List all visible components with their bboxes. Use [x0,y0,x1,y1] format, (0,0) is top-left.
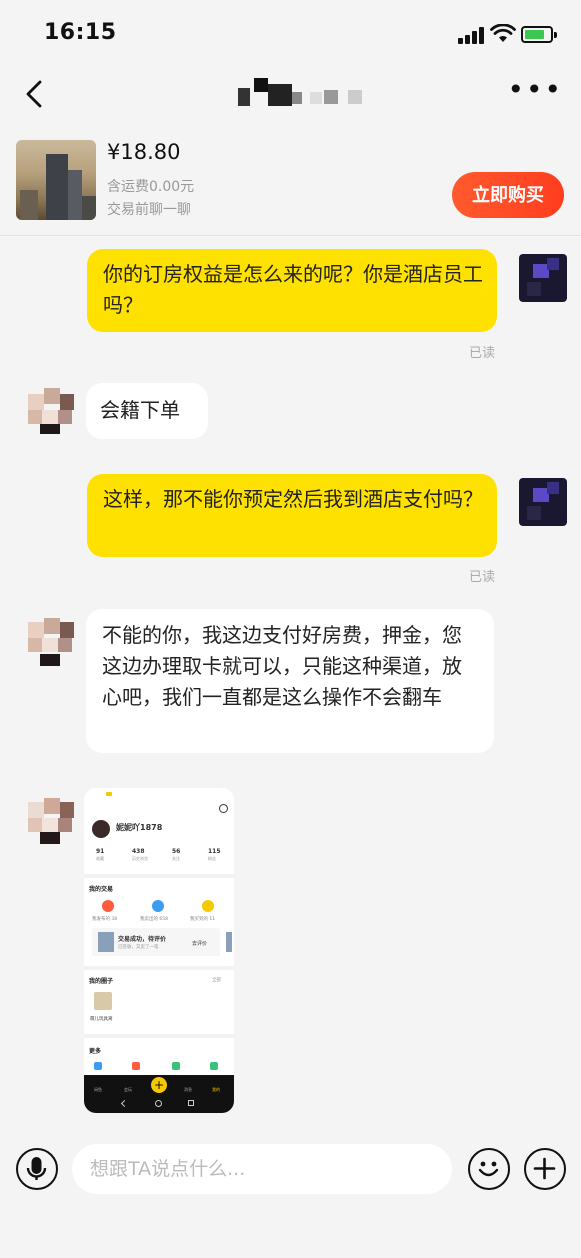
shared-tab-bar: 闲鱼 会玩 + 消息 我的 [84,1075,234,1113]
my-avatar[interactable] [519,478,567,526]
android-back-icon [120,1099,129,1108]
chat-title-redacted [236,72,368,108]
message-bubble-sent[interactable]: 这样，那不能你预定然后我到酒店支付吗？ [87,474,497,557]
product-card[interactable]: ¥18.80 含运费0.00元 交易前聊一聊 立即购买 [0,128,581,236]
microphone-icon[interactable] [16,1148,58,1190]
trade-item-label: 我买到的 11 [190,917,216,922]
battery-icon [521,26,557,43]
message-text: 会籍下单 [100,398,180,422]
nav-bar: ••• [0,64,581,124]
trade-notice-title: 交易成功，待评价 [118,936,167,943]
android-home-icon [155,1100,162,1107]
status-bar: 16:15 [0,0,581,64]
sold-icon [152,900,164,912]
contact-avatar[interactable] [26,618,74,666]
message-text: 你的订房权益是怎么来的呢？你是酒店员工吗？ [103,262,483,317]
product-price: ¥18.80 [107,140,181,164]
trade-notice-button: 去评价 [192,941,208,947]
published-icon [102,900,114,912]
trade-item-label: 我发布的 38 [92,917,118,922]
section-title: 我的圈子 [89,978,114,985]
chat-first-note: 交易前聊一聊 [107,202,191,218]
plus-icon[interactable] [524,1148,566,1190]
publish-tab-button: + [151,1077,167,1093]
profile-username: 妮妮吖1878 [116,823,163,832]
more-icon-3 [172,1062,180,1070]
read-receipt: 已读 [469,346,496,361]
stat-value: 56 [172,848,181,855]
status-time: 16:15 [44,20,117,45]
message-bubble-received[interactable]: 不能的你，我这边支付好房费，押金，您这边办理取卡就可以，只能这种渠道，放心吧，我… [86,609,494,753]
tab-label: 消息 [184,1087,192,1092]
smiley-icon[interactable] [468,1148,510,1190]
buy-now-button[interactable]: 立即购买 [452,172,564,218]
message-bubble-sent[interactable]: 你的订房权益是怎么来的呢？你是酒店员工吗？ [87,249,497,332]
product-thumbnail [16,140,96,220]
message-bubble-received[interactable]: 会籍下单 [86,383,208,439]
message-input[interactable] [72,1144,452,1194]
signal-icon [458,26,486,44]
more-icon-4 [210,1062,218,1070]
app-logo [106,792,112,796]
tab-label: 我的 [212,1087,220,1092]
stat-label: 收藏 [96,856,104,861]
more-icon-1 [94,1062,102,1070]
stat-value: 438 [132,848,145,855]
section-title: 我的交易 [89,886,114,893]
more-dots-icon[interactable]: ••• [507,76,563,104]
stat-label: 粉丝 [208,856,216,861]
stat-label: 关注 [172,856,180,861]
android-recent-icon [188,1100,194,1106]
contact-avatar[interactable] [26,796,74,844]
profile-avatar [92,820,110,838]
stat-label: 历史浏览 [132,856,148,861]
read-receipt: 已读 [469,570,496,585]
circle-thumb [94,992,112,1010]
message-text: 不能的你，我这边支付好房费，押金，您这边办理取卡就可以，只能这种渠道，放心吧，我… [102,623,462,709]
wifi-icon [490,24,516,42]
tab-label: 会玩 [124,1087,132,1092]
section-title: 更多 [89,1048,102,1055]
message-input-bar [0,1130,581,1210]
chevron-left-icon[interactable] [18,76,54,112]
bought-icon [202,900,214,912]
message-text: 这样，那不能你预定然后我到酒店支付吗？ [103,487,483,511]
tab-label: 闲鱼 [94,1087,102,1092]
shared-screenshot-image[interactable]: 妮妮吖1878 91 收藏 438 历史浏览 56 关注 115 粉丝 我的交易… [84,788,234,1113]
my-avatar[interactable] [519,254,567,302]
trade-notice-sub: 已签收，又卖了一笔 [118,945,159,950]
shipping-info: 含运费0.00元 [107,179,195,195]
trade-item-label: 我卖出的 658 [140,917,169,922]
circle-name: 萌儿玩具窝 [90,1017,113,1022]
section-link: 全部 [212,978,221,983]
trade-notice-thumb [98,932,114,952]
stat-value: 91 [96,848,105,855]
contact-avatar[interactable] [26,384,74,434]
more-icon-2 [132,1062,140,1070]
stat-value: 115 [208,848,221,855]
settings-icon [219,804,228,813]
